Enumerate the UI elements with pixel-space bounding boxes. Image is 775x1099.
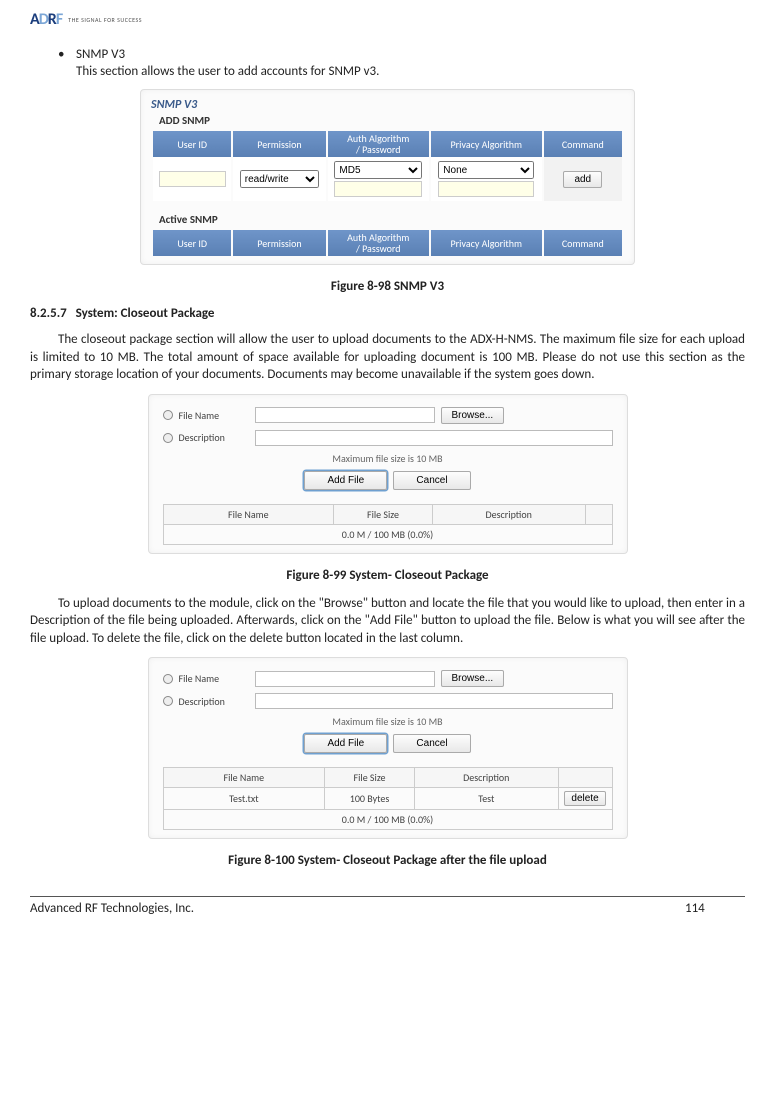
usage-row-2: 0.0 M / 100 MB (0.0%) — [163, 810, 612, 830]
file-label: File Name — [179, 409, 249, 422]
fig-98-caption: Figure 8-98 SNMP V3 — [30, 279, 745, 294]
th-filename-2: File Name — [163, 768, 325, 788]
desc-input-2[interactable] — [255, 693, 613, 709]
th-action-2 — [558, 768, 612, 788]
cell-desc: Test — [414, 788, 558, 810]
snmp-title: SNMP V3 — [151, 98, 624, 112]
th-desc-2: Description — [414, 768, 558, 788]
bullet-desc: This section allows the user to add acco… — [76, 64, 745, 79]
cell-filename: Test.txt — [163, 788, 325, 810]
col-auth-2: Auth Algorithm/ Password — [328, 230, 429, 256]
add-snmp-label: ADD SNMP — [159, 114, 624, 127]
file-label-2: File Name — [179, 672, 249, 685]
fig-99-caption: Figure 8-99 System- Closeout Package — [30, 568, 745, 583]
bullet-dot: • — [58, 47, 76, 62]
footer-page: 114 — [685, 901, 745, 916]
usage-row: 0.0 M / 100 MB (0.0%) — [163, 524, 612, 544]
file-input[interactable] — [255, 407, 435, 423]
section-heading: 8.2.5.7 System: Closeout Package — [30, 306, 745, 321]
add-snmp-table: User ID Permission Auth Algorithm/ Passw… — [151, 131, 624, 201]
snmp-panel: SNMP V3 ADD SNMP User ID Permission Auth… — [140, 89, 635, 265]
privacy-pass-input[interactable] — [438, 181, 534, 197]
file-input-2[interactable] — [255, 671, 435, 687]
col-privacy-2: Privacy Algorithm — [431, 230, 542, 256]
userid-input[interactable] — [159, 171, 226, 187]
radio-icon[interactable] — [163, 674, 173, 684]
col-command: Command — [544, 131, 622, 157]
th-filesize-2: File Size — [325, 768, 415, 788]
footer: Advanced RF Technologies, Inc. 114 — [30, 896, 745, 916]
cancel-button[interactable]: Cancel — [393, 471, 470, 490]
col-userid: User ID — [153, 131, 231, 157]
cell-filesize: 100 Bytes — [325, 788, 415, 810]
radio-icon[interactable] — [163, 410, 173, 420]
file-table-2: File Name File Size Description Test.txt… — [163, 767, 613, 830]
hint-2: Maximum file size is 10 MB — [163, 715, 613, 728]
paragraph-2: To upload documents to the module, click… — [30, 595, 745, 648]
th-action — [585, 504, 612, 524]
hint: Maximum file size is 10 MB — [163, 452, 613, 465]
browse-button[interactable]: Browse... — [441, 407, 505, 424]
table-row: Test.txt 100 Bytes Test delete — [163, 788, 612, 810]
add-button[interactable]: add — [563, 171, 602, 188]
delete-button[interactable]: delete — [564, 791, 605, 806]
permission-select[interactable]: read/write — [240, 170, 319, 188]
logo-tagline: THE SIGNAL FOR SUCCESS — [68, 16, 142, 24]
th-filesize: File Size — [334, 504, 433, 524]
add-file-button-2[interactable]: Add File — [304, 734, 387, 753]
active-snmp-label: Active SNMP — [159, 213, 624, 226]
desc-input[interactable] — [255, 430, 613, 446]
footer-company: Advanced RF Technologies, Inc. — [30, 901, 685, 916]
desc-label: Description — [179, 431, 249, 444]
logo-mark: ADRF — [30, 10, 62, 29]
radio-icon[interactable] — [163, 696, 173, 706]
active-snmp-table: User ID Permission Auth Algorithm/ Passw… — [151, 230, 624, 256]
th-desc: Description — [432, 504, 585, 524]
col-permission: Permission — [233, 131, 325, 157]
bullet-title: SNMP V3 — [76, 47, 125, 62]
col-auth: Auth Algorithm/ Password — [328, 131, 429, 157]
closeout-panel-1: File Name Browse... Description Maximum … — [148, 394, 628, 554]
col-userid-2: User ID — [153, 230, 231, 256]
privacy-select[interactable]: None — [438, 161, 534, 179]
fig-100-caption: Figure 8-100 System- Closeout Package af… — [30, 853, 745, 868]
browse-button-2[interactable]: Browse... — [441, 670, 505, 687]
logo: ADRF THE SIGNAL FOR SUCCESS — [30, 10, 745, 29]
col-permission-2: Permission — [233, 230, 325, 256]
cancel-button-2[interactable]: Cancel — [393, 734, 470, 753]
desc-label-2: Description — [179, 695, 249, 708]
add-file-button[interactable]: Add File — [304, 471, 387, 490]
auth-select[interactable]: MD5 — [334, 161, 422, 179]
th-filename: File Name — [163, 504, 334, 524]
col-privacy: Privacy Algorithm — [431, 131, 542, 157]
radio-icon[interactable] — [163, 433, 173, 443]
paragraph-1: The closeout package section will allow … — [30, 331, 745, 384]
col-command-2: Command — [544, 230, 622, 256]
closeout-panel-2: File Name Browse... Description Maximum … — [148, 657, 628, 839]
file-table: File Name File Size Description 0.0 M / … — [163, 504, 613, 545]
auth-pass-input[interactable] — [334, 181, 422, 197]
